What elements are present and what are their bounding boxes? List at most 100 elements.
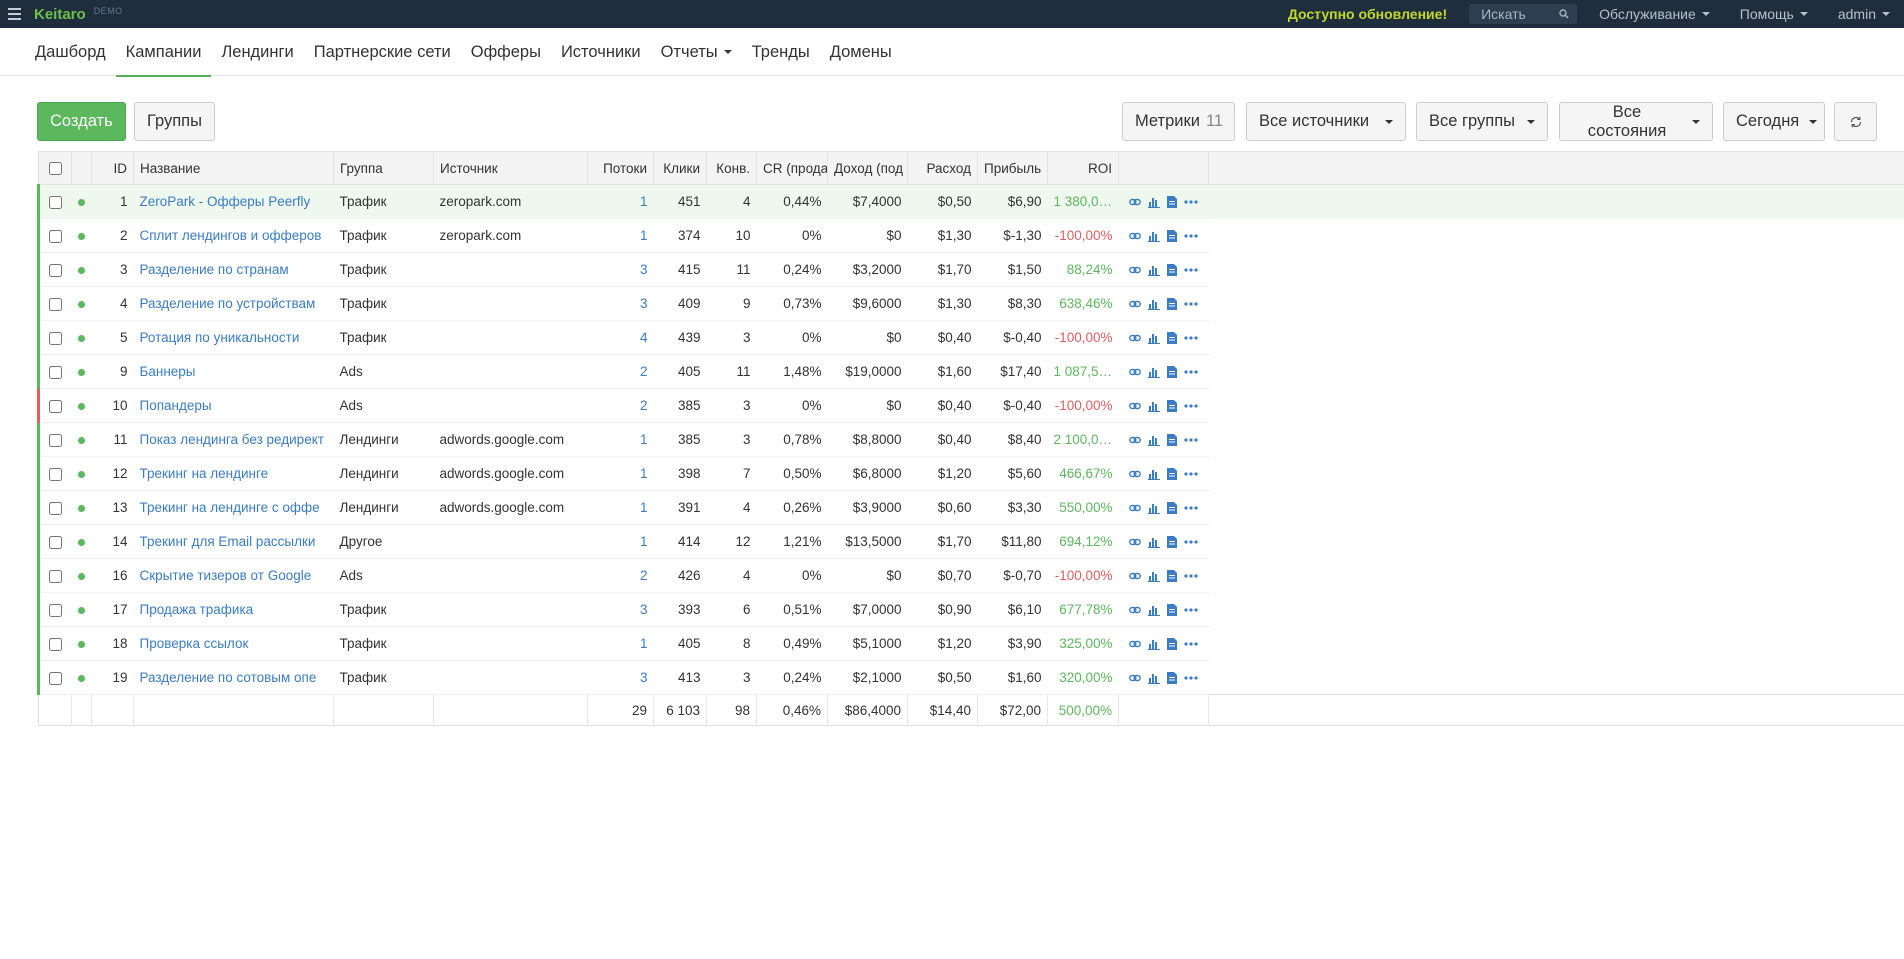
- streams-link[interactable]: 4: [640, 330, 648, 345]
- row-checkbox[interactable]: [49, 467, 63, 481]
- campaign-link[interactable]: Попандеры: [140, 398, 212, 413]
- row-checkbox[interactable]: [49, 263, 63, 277]
- campaign-link[interactable]: Трекинг для Email рассылки: [140, 534, 316, 549]
- more-icon[interactable]: [1183, 233, 1198, 238]
- create-button[interactable]: Создать: [37, 102, 126, 141]
- chart-icon[interactable]: [1147, 434, 1160, 446]
- document-icon[interactable]: [1166, 535, 1177, 548]
- chart-icon[interactable]: [1147, 536, 1160, 548]
- logo[interactable]: Keitaro: [34, 6, 86, 23]
- link-icon[interactable]: [1128, 672, 1141, 684]
- streams-link[interactable]: 1: [640, 194, 648, 209]
- column-header-revenue[interactable]: Доход (под: [827, 151, 908, 185]
- table-row[interactable]: 17 Продажа трафика Трафик 3 393 6 0,51% $7,0000…: [37, 592, 1904, 627]
- campaign-link[interactable]: Проверка ссылок: [140, 636, 249, 651]
- more-icon[interactable]: [1183, 539, 1198, 544]
- document-icon[interactable]: [1166, 297, 1177, 310]
- column-header-streams[interactable]: Потоки: [587, 151, 654, 185]
- chart-icon[interactable]: [1147, 196, 1160, 208]
- more-icon[interactable]: [1183, 437, 1198, 442]
- streams-link[interactable]: 3: [640, 602, 648, 617]
- sources-filter[interactable]: Все источники: [1246, 102, 1406, 141]
- streams-link[interactable]: 2: [640, 364, 648, 379]
- more-icon[interactable]: [1183, 301, 1198, 306]
- update-notice[interactable]: Доступно обновление!: [1288, 6, 1447, 22]
- streams-link[interactable]: 1: [640, 534, 648, 549]
- groups-button[interactable]: Группы: [134, 102, 215, 141]
- more-icon[interactable]: [1183, 199, 1198, 204]
- nav-affiliate-networks[interactable]: Партнерские сети: [304, 28, 461, 76]
- column-header-cr[interactable]: CR (прода: [756, 151, 828, 185]
- link-icon[interactable]: [1128, 196, 1141, 208]
- link-icon[interactable]: [1128, 264, 1141, 276]
- column-header-name[interactable]: Название: [133, 151, 334, 185]
- document-icon[interactable]: [1166, 569, 1177, 582]
- table-row[interactable]: 5 Ротация по уникальности Трафик 4 439 3 0% $0 $…: [37, 320, 1904, 355]
- campaign-link[interactable]: Разделение по сотовым опе: [140, 670, 317, 685]
- more-icon[interactable]: [1183, 641, 1198, 646]
- table-row[interactable]: 2 Сплит лендингов и офферов Трафик zeropark…: [37, 218, 1904, 253]
- streams-link[interactable]: 3: [640, 262, 648, 277]
- chart-icon[interactable]: [1147, 230, 1160, 242]
- menu-icon[interactable]: [0, 0, 28, 28]
- campaign-link[interactable]: Показ лендинга без редирект: [140, 432, 324, 447]
- campaign-link[interactable]: Продажа трафика: [140, 602, 254, 617]
- nav-reports[interactable]: Отчеты: [651, 28, 742, 76]
- nav-trends[interactable]: Тренды: [742, 28, 820, 76]
- column-header-conversions[interactable]: Конв.: [706, 151, 757, 185]
- link-icon[interactable]: [1128, 468, 1141, 480]
- campaign-link[interactable]: Сплит лендингов и офферов: [140, 228, 322, 243]
- search-icon[interactable]: [1559, 9, 1569, 19]
- table-row[interactable]: 12 Трекинг на лендинге Лендинги adwords.goo…: [37, 456, 1904, 491]
- more-icon[interactable]: [1183, 335, 1198, 340]
- nav-landings[interactable]: Лендинги: [211, 28, 303, 76]
- table-row[interactable]: 1 ZeroPark - Офферы Peerfly Трафик zeropark…: [37, 184, 1904, 219]
- link-icon[interactable]: [1128, 400, 1141, 412]
- document-icon[interactable]: [1166, 637, 1177, 650]
- link-icon[interactable]: [1128, 230, 1141, 242]
- column-header-clicks[interactable]: Клики: [653, 151, 707, 185]
- more-icon[interactable]: [1183, 403, 1198, 408]
- nav-campaigns[interactable]: Кампании: [115, 28, 212, 77]
- streams-link[interactable]: 1: [640, 636, 648, 651]
- more-icon[interactable]: [1183, 369, 1198, 374]
- states-filter[interactable]: Все состояния: [1559, 102, 1713, 141]
- campaign-link[interactable]: Скрытие тизеров от Google: [140, 568, 312, 583]
- chart-icon[interactable]: [1147, 672, 1160, 684]
- more-icon[interactable]: [1183, 607, 1198, 612]
- table-row[interactable]: 10 Попандеры Ads 2 385 3 0% $0 $0,40 $-0,40 -100,0…: [37, 388, 1904, 423]
- chart-icon[interactable]: [1147, 638, 1160, 650]
- nav-domains[interactable]: Домены: [820, 28, 902, 76]
- more-icon[interactable]: [1183, 505, 1198, 510]
- link-icon[interactable]: [1128, 536, 1141, 548]
- campaign-link[interactable]: Трекинг на лендинге: [140, 466, 269, 481]
- streams-link[interactable]: 2: [640, 568, 648, 583]
- more-icon[interactable]: [1183, 573, 1198, 578]
- document-icon[interactable]: [1166, 263, 1177, 276]
- document-icon[interactable]: [1166, 501, 1177, 514]
- streams-link[interactable]: 1: [640, 228, 648, 243]
- campaign-link[interactable]: ZeroPark - Офферы Peerfly: [140, 194, 311, 209]
- row-checkbox[interactable]: [49, 535, 63, 549]
- link-icon[interactable]: [1128, 604, 1141, 616]
- metrics-button[interactable]: Метрики 11: [1122, 102, 1235, 141]
- campaign-link[interactable]: Разделение по странам: [140, 262, 289, 277]
- more-icon[interactable]: [1183, 471, 1198, 476]
- column-header-cost[interactable]: Расход: [907, 151, 978, 185]
- chart-icon[interactable]: [1147, 298, 1160, 310]
- row-checkbox[interactable]: [49, 365, 63, 379]
- chart-icon[interactable]: [1147, 366, 1160, 378]
- nav-sources[interactable]: Источники: [551, 28, 651, 76]
- link-icon[interactable]: [1128, 638, 1141, 650]
- chart-icon[interactable]: [1147, 332, 1160, 344]
- table-row[interactable]: 19 Разделение по сотовым опе Трафик 3 413 3 0,…: [37, 660, 1904, 695]
- chart-icon[interactable]: [1147, 468, 1160, 480]
- table-row[interactable]: 14 Трекинг для Email рассылки Другое 1 414 12…: [37, 524, 1904, 559]
- groups-filter[interactable]: Все группы: [1416, 102, 1548, 141]
- nav-offers[interactable]: Офферы: [461, 28, 551, 76]
- link-icon[interactable]: [1128, 298, 1141, 310]
- more-icon[interactable]: [1183, 267, 1198, 272]
- chart-icon[interactable]: [1147, 604, 1160, 616]
- campaign-link[interactable]: Баннеры: [140, 364, 196, 379]
- streams-link[interactable]: 3: [640, 670, 648, 685]
